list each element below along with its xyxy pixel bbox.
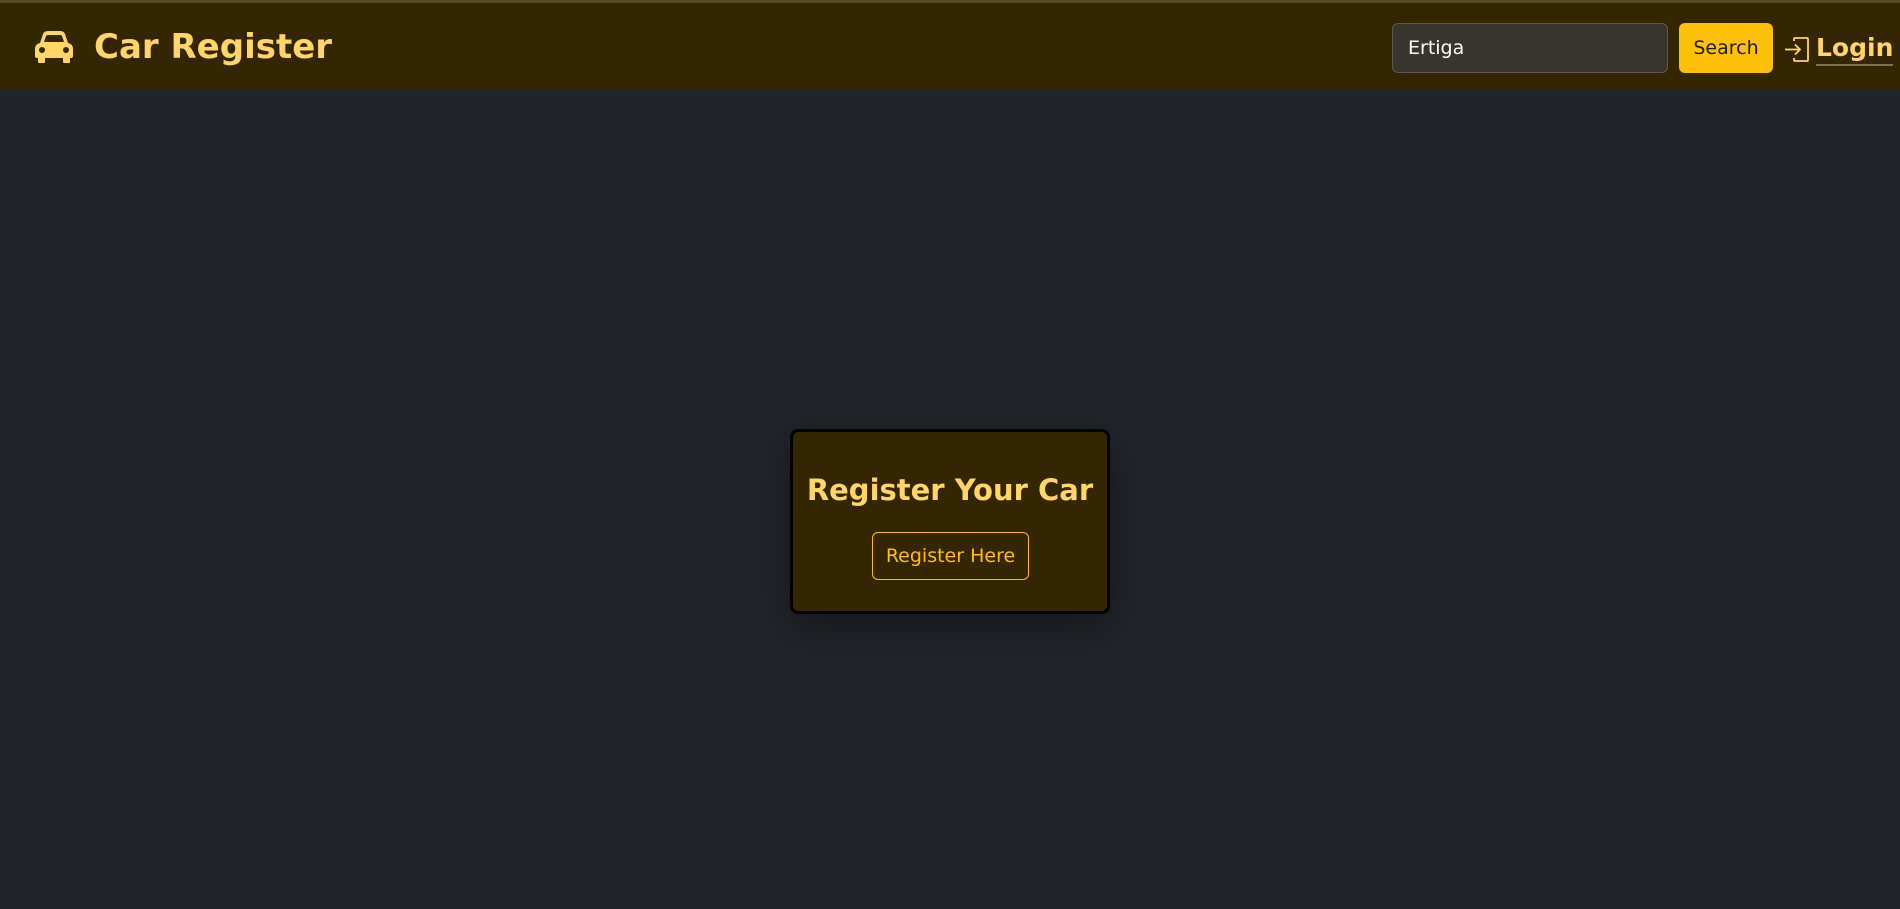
brand-link[interactable]: Car Register (34, 23, 332, 71)
card-title: Register Your Car (806, 473, 1094, 507)
car-icon (35, 31, 73, 63)
brand-title: Car Register (94, 27, 333, 67)
login-icon (1785, 36, 1809, 62)
login-link[interactable]: Login (1784, 29, 1894, 69)
register-card: Register Your Car Register Here (790, 429, 1110, 614)
navbar: Car Register Search Login (0, 3, 1900, 90)
search-button[interactable]: Search (1679, 23, 1773, 73)
register-button[interactable]: Register Here (872, 532, 1029, 580)
search-input[interactable] (1392, 23, 1668, 73)
login-label: Login (1816, 32, 1894, 66)
